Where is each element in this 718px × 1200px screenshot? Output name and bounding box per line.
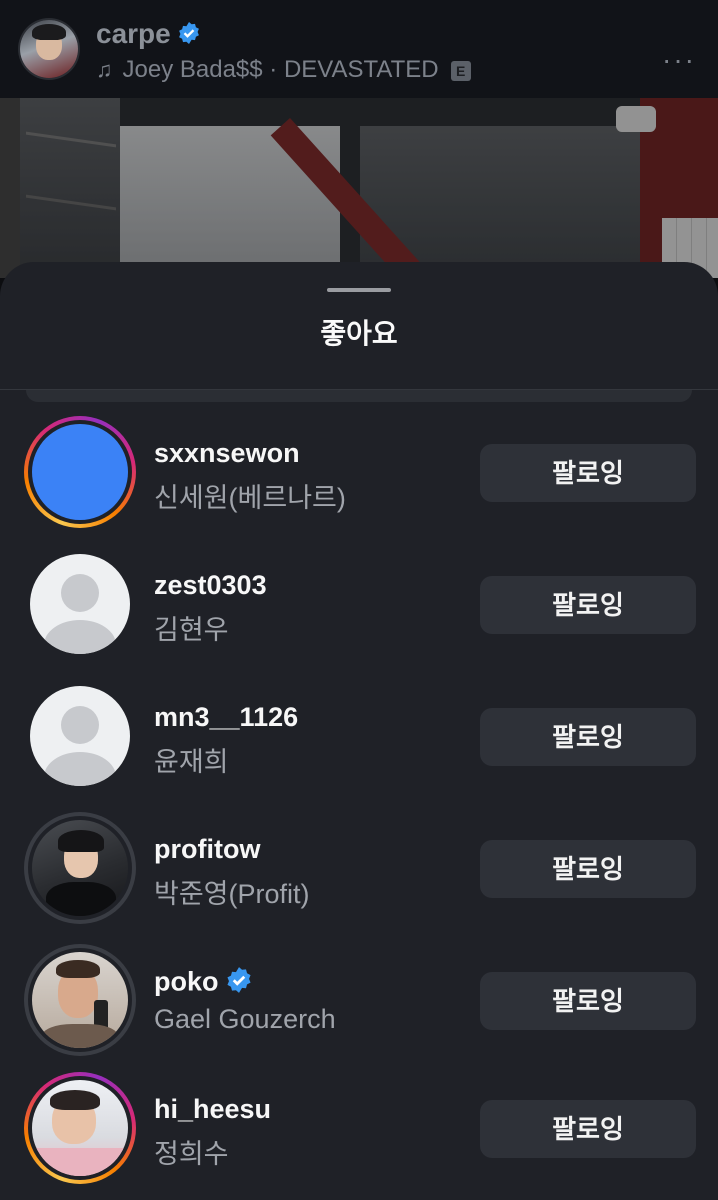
avatar-photo xyxy=(32,952,128,1048)
avatar-shirt xyxy=(42,1024,118,1048)
explicit-icon: E xyxy=(450,60,471,81)
user-handle[interactable]: zest0303 xyxy=(154,570,267,601)
user-avatar[interactable] xyxy=(24,680,136,792)
following-button[interactable]: 팔로잉 xyxy=(480,708,696,766)
user-avatar[interactable] xyxy=(24,944,136,1056)
avatar-headset xyxy=(58,830,104,852)
list-item[interactable]: hi_heesu 정희수 팔로잉 xyxy=(0,1072,718,1190)
user-fullname: 김현우 xyxy=(154,615,229,645)
user-avatar[interactable] xyxy=(24,812,136,924)
user-avatar[interactable] xyxy=(24,1072,136,1184)
user-handle[interactable]: sxxnsewon xyxy=(154,438,300,469)
user-fullname: 신세원(베르나르) xyxy=(154,483,346,513)
search-bar[interactable] xyxy=(26,390,692,402)
user-avatar[interactable] xyxy=(24,548,136,660)
more-options-icon[interactable]: ··· xyxy=(662,44,696,76)
default-avatar-icon xyxy=(30,686,130,786)
following-button[interactable]: 팔로잉 xyxy=(480,840,696,898)
user-fullname: Gael Gouzerch xyxy=(154,1004,336,1034)
avatar-hair xyxy=(50,1090,100,1110)
list-item[interactable]: mn3__1126 윤재희 팔로잉 xyxy=(0,680,718,798)
avatar-inner xyxy=(28,816,132,920)
avatar-hair xyxy=(32,24,66,40)
avatar-photo xyxy=(32,820,128,916)
post-username-text[interactable]: carpe xyxy=(96,18,171,49)
avatar-body-shape xyxy=(44,620,116,654)
likes-sheet: 좋아요 sxxnsewon 신세원(베르나르) 팔로잉 zest0303 김현우… xyxy=(0,262,718,1200)
post-header: carpe ♫ Joey Bada$$ · DEVASTATED E ··· xyxy=(0,0,718,98)
default-avatar-icon xyxy=(30,554,130,654)
avatar-jersey xyxy=(46,882,116,916)
following-button[interactable]: 팔로잉 xyxy=(480,576,696,634)
following-button[interactable]: 팔로잉 xyxy=(480,444,696,502)
user-handle[interactable]: profitow xyxy=(154,834,260,865)
list-item[interactable]: poko Gael Gouzerch 팔로잉 xyxy=(0,944,718,1062)
media-overlay xyxy=(0,98,718,278)
user-handle[interactable]: poko xyxy=(154,966,253,1001)
avatar-inner xyxy=(28,948,132,1052)
music-note-icon: ♫ xyxy=(96,57,113,82)
avatar-hair xyxy=(56,960,100,978)
sheet-title: 좋아요 xyxy=(320,318,398,349)
user-handle[interactable]: hi_heesu xyxy=(154,1094,271,1125)
list-item[interactable]: zest0303 김현우 팔로잉 xyxy=(0,548,718,666)
avatar-head-shape xyxy=(61,706,99,744)
avatar-inner xyxy=(28,1076,132,1180)
following-button[interactable]: 팔로잉 xyxy=(480,1100,696,1158)
user-fullname: 윤재희 xyxy=(154,747,229,777)
user-handle-text[interactable]: poko xyxy=(154,967,219,997)
list-item[interactable]: profitow 박준영(Profit) 팔로잉 xyxy=(0,812,718,930)
avatar-photo xyxy=(32,424,128,520)
avatar-inner xyxy=(28,420,132,524)
avatar-head-shape xyxy=(61,574,99,612)
sheet-drag-handle[interactable] xyxy=(327,288,391,292)
music-text: Joey Bada$$ · DEVASTATED xyxy=(122,56,439,83)
user-fullname: 박준영(Profit) xyxy=(154,879,310,909)
music-info[interactable]: ♫ Joey Bada$$ · DEVASTATED E xyxy=(96,56,471,84)
user-fullname: 정희수 xyxy=(154,1139,229,1169)
verified-icon xyxy=(177,20,201,52)
user-handle[interactable]: mn3__1126 xyxy=(154,702,298,733)
verified-icon xyxy=(225,966,253,1001)
post-author-avatar[interactable] xyxy=(20,20,78,78)
following-button[interactable]: 팔로잉 xyxy=(480,972,696,1030)
user-avatar[interactable] xyxy=(24,416,136,528)
post-media xyxy=(0,98,718,278)
avatar-body-shape xyxy=(44,752,116,786)
post-username[interactable]: carpe xyxy=(96,18,201,52)
list-item[interactable]: sxxnsewon 신세원(베르나르) 팔로잉 xyxy=(0,416,718,534)
avatar-shirt xyxy=(32,1148,128,1176)
avatar-photo xyxy=(32,1080,128,1176)
